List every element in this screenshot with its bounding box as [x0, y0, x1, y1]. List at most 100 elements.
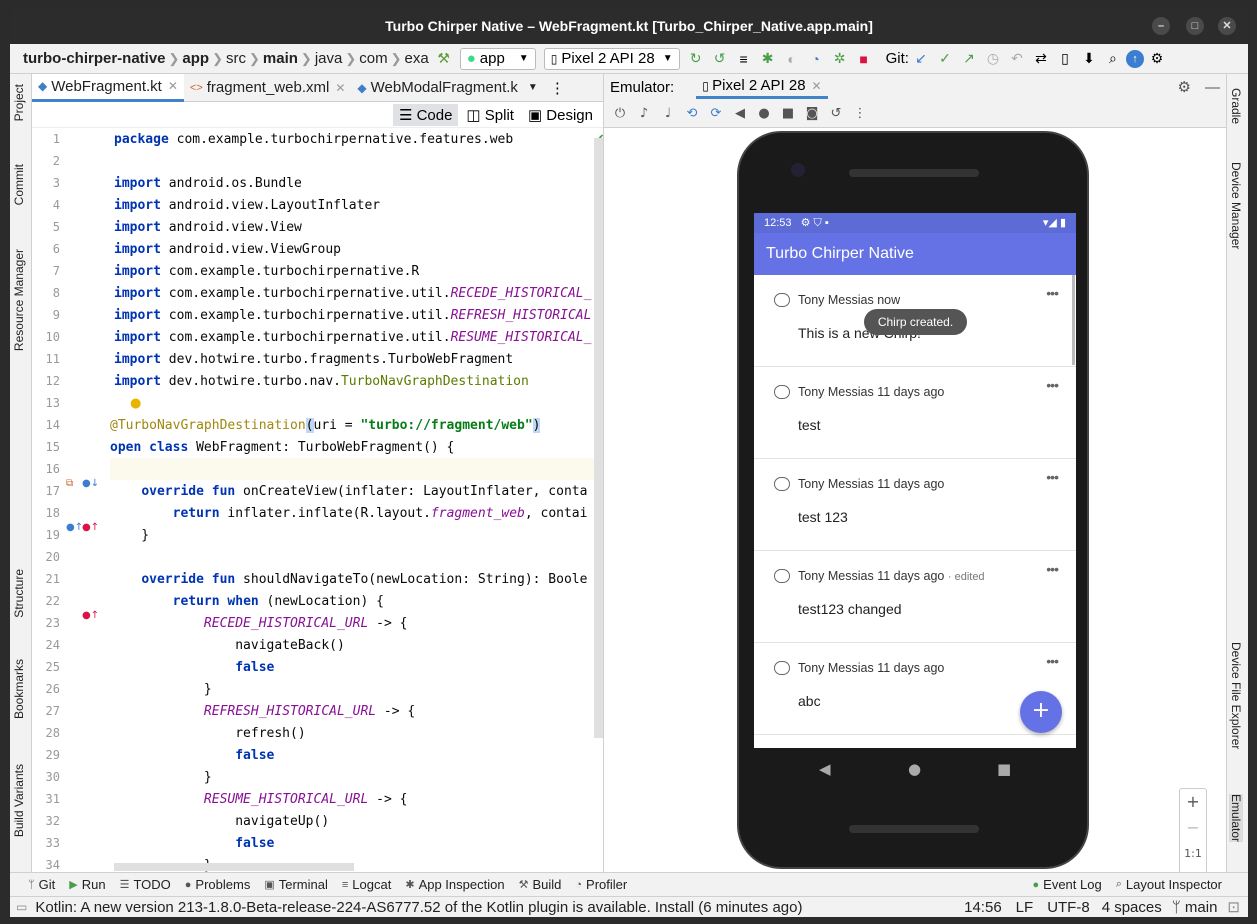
rotate-left-icon[interactable]: ⟲ [680, 106, 704, 121]
xml-navigate-icon[interactable]: ⧉ [66, 478, 73, 489]
more-icon[interactable]: ••• [1046, 653, 1059, 669]
overview-icon[interactable]: ■ [997, 760, 1011, 778]
sync-gradle-icon[interactable]: ⇄ [1030, 50, 1052, 67]
rollback-icon[interactable]: ↶ [1006, 50, 1028, 67]
overrides-icon[interactable]: ●↑ [82, 610, 99, 621]
history-icon[interactable]: ◷ [982, 50, 1004, 67]
home-icon[interactable]: ● [752, 106, 776, 121]
tab-emulator[interactable]: Emulator [1229, 794, 1243, 843]
crumb-com[interactable]: com [356, 50, 390, 67]
tab-fragment-web-xml[interactable]: <> fragment_web.xml ✕ [184, 74, 351, 102]
split-mode-button[interactable]: ◫ Split [460, 104, 520, 126]
tab-project[interactable]: Project [12, 84, 26, 121]
hide-icon[interactable]: — [1205, 79, 1220, 96]
more-icon[interactable]: ⋮ [550, 79, 565, 97]
tab-webfragment[interactable]: ◆ WebFragment.kt ✕ [32, 73, 184, 102]
hammer-icon[interactable]: ⚒ [433, 50, 455, 67]
tab-gradle[interactable]: Gradle [1229, 88, 1243, 124]
settings-icon[interactable]: ⚙ [1146, 50, 1168, 67]
attach-debugger-icon[interactable]: ✲ [829, 50, 851, 67]
crumb-main[interactable]: main [260, 50, 301, 67]
overrides-icon[interactable]: ●↑ [66, 522, 83, 533]
tab-emulator-device[interactable]: ▯ Pixel 2 API 28 ✕ [696, 75, 828, 99]
maximize-button[interactable]: □ [1186, 17, 1204, 35]
overridden-icon[interactable]: ●↓ [82, 478, 99, 489]
tool-layout-inspector[interactable]: ⌕ Layout Inspector [1116, 877, 1222, 892]
power-icon[interactable]: ⏻ [608, 106, 632, 121]
volume-up-icon[interactable]: ♪ [632, 106, 656, 121]
crumb-app[interactable]: app [179, 50, 212, 67]
zoom-out-button[interactable]: − [1180, 815, 1206, 841]
git-update-icon[interactable]: ↙ [910, 50, 932, 67]
tool-terminal[interactable]: ▣ Terminal [264, 877, 328, 892]
caret-position[interactable]: 14:56 [964, 899, 1002, 916]
indent-setting[interactable]: 4 spaces [1102, 899, 1162, 916]
git-branch[interactable]: ᛘ main [1172, 899, 1218, 916]
home-icon[interactable]: ● [908, 760, 921, 778]
snapshot-icon[interactable]: ↺ [824, 106, 848, 121]
profile-icon[interactable]: ◔ [805, 51, 827, 67]
chevron-down-icon[interactable]: ▼ [528, 82, 538, 93]
chirp-item[interactable]: Tony Messias 11 days ago · edited test123… [754, 551, 1076, 643]
back-icon[interactable]: ◀ [819, 760, 831, 778]
chirp-item[interactable]: Tony Messias 11 days ago test 123 ••• [754, 459, 1076, 551]
design-mode-button[interactable]: ▣ Design [522, 104, 599, 126]
tab-build-variants[interactable]: Build Variants [12, 764, 26, 837]
new-chirp-fab[interactable]: + [1020, 691, 1062, 733]
lock-icon[interactable]: ⊡ [1227, 898, 1240, 916]
code-editor[interactable]: 1 2 3 4 5 6 7 8 9 10 11 12 13 14 15 16 1… [32, 128, 603, 872]
close-icon[interactable]: ✕ [335, 81, 345, 95]
tab-structure[interactable]: Structure [12, 569, 26, 618]
camera-icon[interactable]: ◙ [800, 106, 824, 121]
minimize-button[interactable]: – [1152, 17, 1170, 35]
tool-problems[interactable]: ● Problems [185, 877, 251, 892]
debug-icon[interactable]: ✱ [757, 50, 779, 67]
more-icon[interactable]: ••• [1046, 561, 1059, 577]
horizontal-scrollbar[interactable] [114, 863, 354, 871]
more-icon[interactable]: ••• [1046, 469, 1059, 485]
device-screen[interactable]: 12:53 ⚙ ⛉ ▪ ▾◢ ▮ Turbo Chirper Native Ton… [754, 213, 1076, 748]
status-toggle-icon[interactable]: ▭ [16, 900, 27, 914]
code-mode-button[interactable]: ☰ Code [392, 103, 459, 126]
zoom-actual-button[interactable]: 1:1 [1180, 841, 1206, 867]
tab-bookmarks[interactable]: Bookmarks [12, 659, 26, 719]
close-icon[interactable]: ✕ [168, 79, 178, 93]
close-button[interactable]: ✕ [1218, 17, 1236, 35]
lightbulb-icon[interactable]: ● [130, 396, 141, 411]
git-push-icon[interactable]: ↗ [958, 50, 980, 67]
coverage-icon[interactable]: ◐ [781, 51, 803, 67]
vertical-scrollbar[interactable] [594, 138, 603, 738]
run-list-icon[interactable]: ≡ [733, 51, 755, 67]
file-encoding[interactable]: UTF-8 [1047, 899, 1090, 916]
line-separator[interactable]: LF [1016, 899, 1034, 916]
sdk-manager-icon[interactable]: ⬇ [1078, 50, 1100, 67]
chirp-item[interactable]: Tony Messias 11 days ago test ••• [754, 367, 1076, 459]
back-icon[interactable]: ◀ [728, 106, 752, 121]
tool-app-inspection[interactable]: ✱ App Inspection [405, 877, 504, 892]
device-select[interactable]: ▯ Pixel 2 API 28 ▼ [543, 47, 680, 70]
more-icon[interactable]: ••• [1046, 377, 1059, 393]
gear-icon[interactable]: ⚙ [1178, 78, 1191, 96]
stop-icon[interactable]: ■ [853, 51, 875, 67]
tab-webmodalfragment[interactable]: ◆ WebModalFragment.k ▼ [351, 74, 543, 102]
tool-todo[interactable]: ☰ TODO [120, 877, 171, 892]
tool-logcat[interactable]: ≡ Logcat [342, 877, 391, 892]
more-icon[interactable]: ⋮ [848, 106, 872, 121]
zoom-in-button[interactable]: + [1180, 789, 1206, 815]
volume-down-icon[interactable]: ♩ [656, 106, 680, 121]
git-commit-icon[interactable]: ✓ [934, 50, 956, 67]
tab-resource-manager[interactable]: Resource Manager [12, 249, 26, 351]
status-message[interactable]: Kotlin: A new version 213-1.8.0-Beta-rel… [35, 899, 802, 916]
rerun-icon[interactable]: ↻ [685, 50, 707, 67]
crumb-src[interactable]: src [223, 50, 249, 67]
tool-git[interactable]: ᛘ Git [28, 877, 55, 892]
more-icon[interactable]: ••• [1046, 285, 1059, 301]
crumb-java[interactable]: java [312, 50, 346, 67]
overrides-icon[interactable]: ●↑ [82, 522, 99, 533]
tool-run[interactable]: ▶ Run [69, 877, 105, 892]
apply-changes-icon[interactable]: ↺ [709, 50, 731, 67]
search-icon[interactable]: ⌕ [1102, 50, 1124, 67]
tool-build[interactable]: ⚒ Build [519, 877, 562, 892]
tab-device-manager[interactable]: Device Manager [1229, 162, 1243, 249]
tab-commit[interactable]: Commit [12, 164, 26, 205]
